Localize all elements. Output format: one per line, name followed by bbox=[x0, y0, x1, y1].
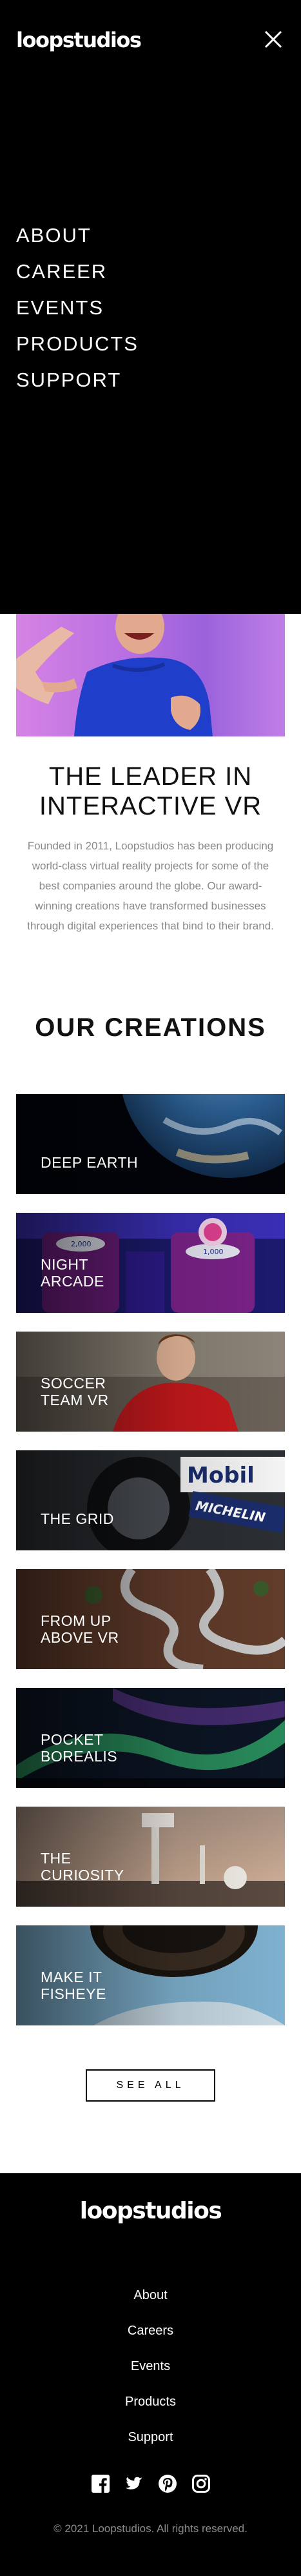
creations-list: Deep earth 2,000 1,000 Night arcade So bbox=[16, 1094, 285, 2044]
close-icon[interactable] bbox=[262, 28, 284, 50]
pinterest-icon[interactable] bbox=[158, 2474, 177, 2493]
creation-card-soccer-team[interactable]: Soccer team VR bbox=[16, 1332, 285, 1432]
creation-label: The grid bbox=[41, 1510, 114, 1527]
creation-card-from-up-above[interactable]: From up above VR bbox=[16, 1569, 285, 1669]
footer-link-careers[interactable]: Careers bbox=[0, 2313, 301, 2349]
footer-link-support[interactable]: Support bbox=[0, 2420, 301, 2455]
footer-link-about[interactable]: About bbox=[0, 2278, 301, 2313]
creation-card-night-arcade[interactable]: 2,000 1,000 Night arcade bbox=[16, 1213, 285, 1313]
footer-logo[interactable]: loopstudios bbox=[0, 2198, 301, 2224]
footer: loopstudios About Careers Events Product… bbox=[0, 2173, 301, 2576]
creation-label: Soccer team VR bbox=[41, 1375, 109, 1408]
creation-label: Make it fisheye bbox=[41, 1969, 106, 2002]
logo[interactable]: loopstudios bbox=[16, 28, 142, 52]
creation-label: Deep earth bbox=[41, 1154, 139, 1171]
see-all-button[interactable]: See all bbox=[86, 2069, 215, 2102]
mobile-menu-overlay: loopstudios About Career Events Products… bbox=[0, 0, 301, 614]
footer-link-events[interactable]: Events bbox=[0, 2349, 301, 2384]
copyright-text: © 2021 Loopstudios. All rights reserved. bbox=[53, 2522, 248, 2535]
creation-card-pocket-borealis[interactable]: Pocket borealis bbox=[16, 1688, 285, 1788]
creation-card-deep-earth[interactable]: Deep earth bbox=[16, 1094, 285, 1194]
hero-image bbox=[16, 614, 285, 736]
footer-link-products[interactable]: Products bbox=[0, 2384, 301, 2420]
leader-description: Founded in 2011, Loopstudios has been pr… bbox=[27, 840, 274, 932]
menu-item-products[interactable]: Products bbox=[16, 326, 139, 362]
footer-nav: About Careers Events Products Support bbox=[0, 2278, 301, 2455]
menu-item-about[interactable]: About bbox=[16, 218, 139, 254]
creations-title: Our creations bbox=[35, 1013, 266, 1042]
creation-card-make-it-fisheye[interactable]: Make it fisheye bbox=[16, 1925, 285, 2025]
instagram-icon[interactable] bbox=[191, 2474, 211, 2493]
creation-label: Night arcade bbox=[41, 1256, 104, 1290]
creation-label: From up above VR bbox=[41, 1612, 119, 1646]
menu-item-career[interactable]: Career bbox=[16, 254, 139, 290]
facebook-icon[interactable] bbox=[91, 2474, 110, 2493]
menu-item-events[interactable]: Events bbox=[16, 290, 139, 326]
creation-label: The curiosity bbox=[41, 1850, 124, 1883]
creation-label: Pocket borealis bbox=[41, 1731, 118, 1765]
menu-item-support[interactable]: Support bbox=[16, 362, 139, 398]
leader-title: The leader in interactive VR bbox=[39, 762, 262, 820]
creation-card-the-grid[interactable]: Mobil MICHELIN The grid bbox=[16, 1450, 285, 1550]
twitter-icon[interactable] bbox=[124, 2474, 144, 2493]
social-links bbox=[0, 2474, 301, 2496]
creation-card-the-curiosity[interactable]: The curiosity bbox=[16, 1807, 285, 1907]
menu-list: About Career Events Products Support bbox=[16, 218, 139, 398]
